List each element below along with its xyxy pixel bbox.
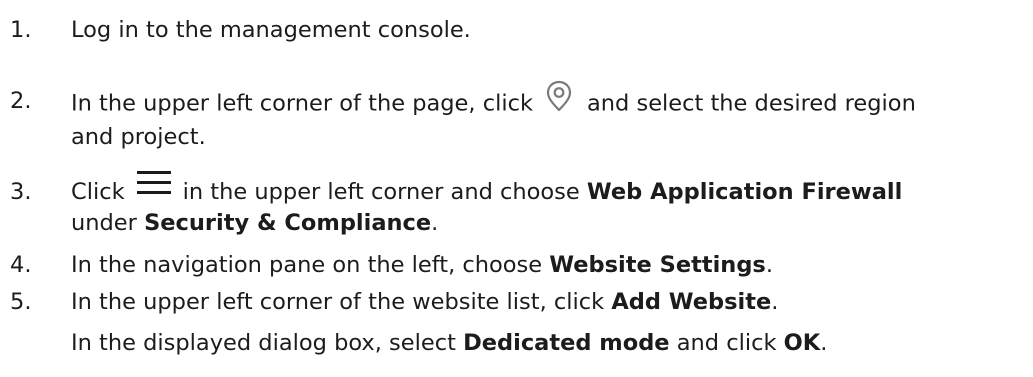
- step-text-post: .: [765, 252, 773, 278]
- followup-pre: In the displayed dialog box, select: [71, 330, 456, 356]
- step-text-after: in the upper left corner and choose: [182, 179, 580, 205]
- followup-mid: and click: [676, 330, 777, 356]
- step-number: 2.: [10, 88, 32, 114]
- followup-post: .: [820, 330, 828, 356]
- step-number: 4.: [10, 252, 32, 278]
- hamburger-menu-icon: [136, 169, 171, 197]
- ok-label: OK: [783, 330, 821, 356]
- step-number: 1.: [10, 17, 32, 43]
- step-text: In the upper left corner of the page, cl…: [71, 80, 1031, 153]
- step-text-before: Click: [71, 179, 125, 205]
- step-number: 5.: [10, 289, 32, 315]
- step-text: In the upper left corner of the website …: [71, 287, 1031, 318]
- step-5-followup: In the displayed dialog box, select Dedi…: [71, 328, 1031, 359]
- location-pin-icon: [541, 78, 577, 114]
- step-text-pre: In the upper left corner of the website …: [71, 289, 605, 315]
- website-settings-label: Website Settings: [549, 252, 766, 278]
- step-text-after: and select the desired region: [586, 90, 916, 117]
- step-text: In the navigation pane on the left, choo…: [71, 250, 1031, 281]
- step-text: Click in the upper left corner and choose…: [71, 170, 1031, 239]
- step-text-line2: and project.: [71, 124, 206, 150]
- step-text-line2-pre: under: [71, 210, 137, 236]
- add-website-label: Add Website: [611, 289, 772, 315]
- dedicated-mode-label: Dedicated mode: [463, 330, 670, 356]
- step-number: 3.: [10, 179, 32, 205]
- step-text-post: .: [771, 289, 779, 315]
- step-text-before: In the upper left corner of the page, cl…: [71, 90, 533, 117]
- security-compliance-label: Security & Compliance: [144, 210, 432, 236]
- step-text: Log in to the management console.: [71, 17, 471, 43]
- step-text-pre: In the navigation pane on the left, choo…: [71, 252, 543, 278]
- web-application-firewall-label: Web Application Firewall: [586, 179, 903, 205]
- step-text-line2-post: .: [431, 210, 439, 236]
